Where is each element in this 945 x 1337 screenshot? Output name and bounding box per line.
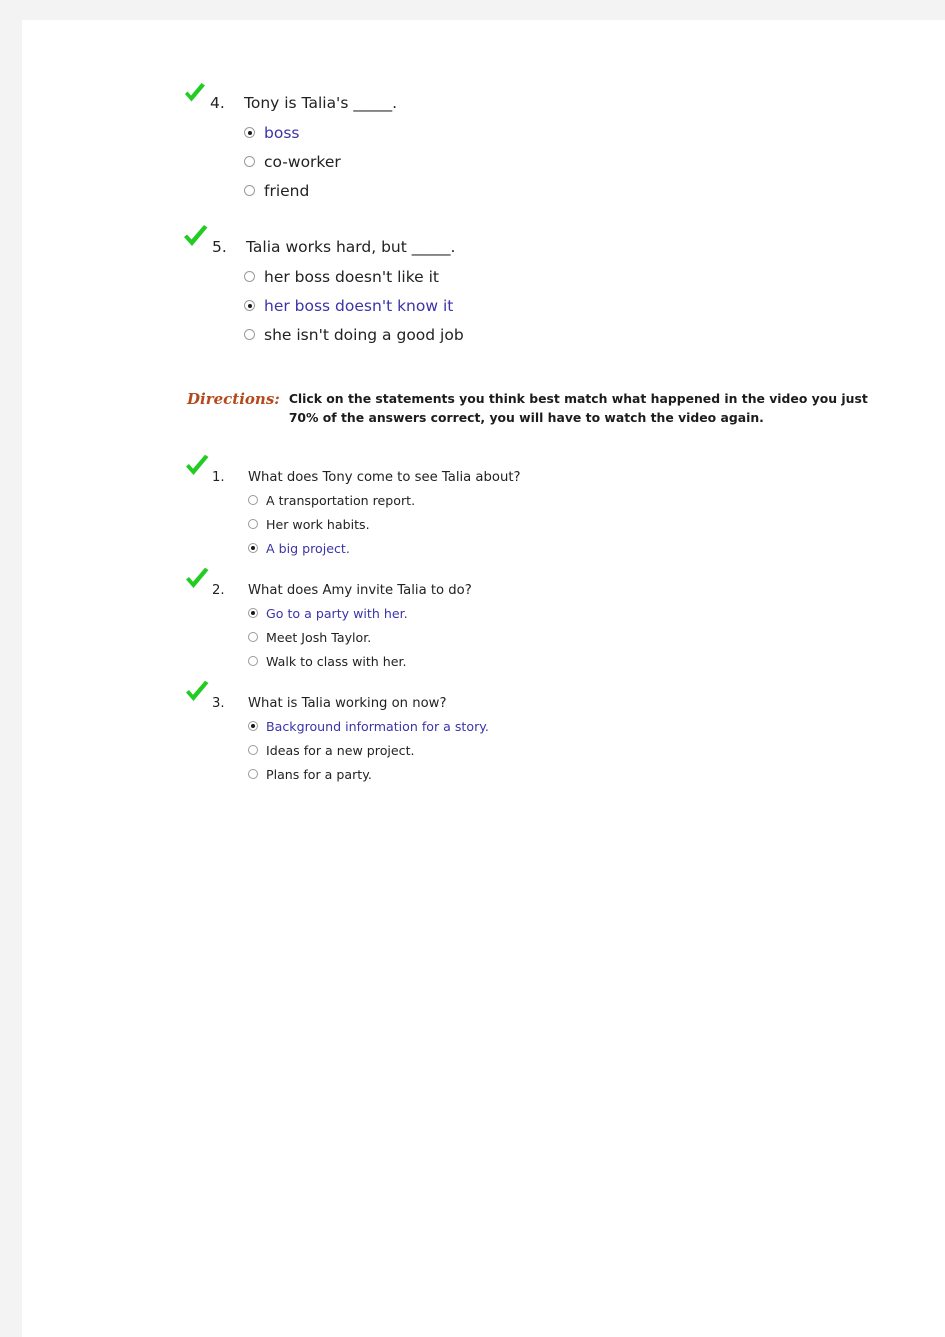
question-number: 5. (212, 238, 227, 256)
answer-label: friend (264, 181, 310, 200)
directions-text: Click on the statements you think best m… (289, 389, 945, 427)
radio-button[interactable] (248, 495, 258, 505)
answer-label: A big project. (266, 540, 350, 556)
question-number: 4. (210, 94, 225, 112)
directions-block: Directions: Click on the statements you … (187, 389, 945, 427)
question-block: 3. What is Talia working on now? Backgro… (184, 680, 489, 786)
answer-option[interactable]: Plans for a party. (248, 762, 489, 786)
question-text: What does Amy invite Talia to do? (248, 583, 472, 598)
answer-label: co-worker (264, 152, 341, 171)
answer-options: A transportation report. Her work habits… (184, 488, 520, 560)
answer-option[interactable]: Walk to class with her. (248, 649, 472, 673)
answer-label: Go to a party with her. (266, 605, 408, 621)
radio-button[interactable] (248, 769, 258, 779)
question-header: 5. Talia works hard, but _____. (182, 224, 464, 256)
answer-options: Background information for a story. Idea… (184, 714, 489, 786)
answer-label: she isn't doing a good job (264, 325, 464, 344)
green-check-icon (182, 224, 210, 252)
answer-option[interactable]: friend (244, 176, 397, 205)
answer-label: Plans for a party. (266, 766, 372, 782)
answer-option[interactable]: Ideas for a new project. (248, 738, 489, 762)
answer-option[interactable]: A transportation report. (248, 488, 520, 512)
radio-button[interactable] (248, 632, 258, 642)
question-text: Tony is Talia's _____. (244, 94, 398, 112)
question-block: 1. What does Tony come to see Talia abou… (184, 454, 520, 560)
answer-label: Ideas for a new project. (266, 742, 415, 758)
radio-button[interactable] (244, 329, 255, 340)
question-text: What is Talia working on now? (248, 696, 447, 711)
radio-button[interactable] (244, 185, 255, 196)
question-header: 4. Tony is Talia's _____. (182, 82, 397, 112)
directions-label: Directions: (187, 390, 280, 408)
question-header: 1. What does Tony come to see Talia abou… (184, 454, 520, 485)
question-text: What does Tony come to see Talia about? (248, 470, 521, 485)
answer-option[interactable]: Her work habits. (248, 512, 520, 536)
answer-label: A transportation report. (266, 492, 416, 508)
answer-label: Meet Josh Taylor. (266, 629, 372, 645)
radio-button[interactable] (244, 156, 255, 167)
green-check-icon (182, 82, 208, 108)
answer-options: her boss doesn't like it her boss doesn'… (182, 262, 464, 349)
question-header: 3. What is Talia working on now? (184, 680, 489, 711)
quiz-page-sheet: 4. Tony is Talia's _____. boss co-worker… (22, 20, 945, 1337)
question-number: 1. (212, 470, 225, 485)
question-block: 2. What does Amy invite Talia to do? Go … (184, 567, 472, 673)
answer-option[interactable]: boss (244, 118, 397, 147)
radio-button-selected[interactable] (248, 608, 258, 618)
radio-button-selected[interactable] (248, 721, 258, 731)
answer-option[interactable]: she isn't doing a good job (244, 320, 464, 349)
question-block: 4. Tony is Talia's _____. boss co-worker… (182, 82, 397, 205)
answer-label: her boss doesn't know it (264, 296, 454, 315)
answer-option[interactable]: A big project. (248, 536, 520, 560)
answer-options: Go to a party with her. Meet Josh Taylor… (184, 601, 472, 673)
answer-label: her boss doesn't like it (264, 267, 439, 286)
question-number: 2. (212, 583, 225, 598)
answer-label: Her work habits. (266, 516, 370, 532)
directions-line-1: Click on the statements you think best m… (288, 391, 868, 406)
question-text: Talia works hard, but _____. (246, 238, 456, 256)
directions-line-2: 70% of the answers correct, you will hav… (288, 410, 764, 425)
answer-label: Walk to class with her. (266, 653, 407, 669)
answer-options: boss co-worker friend (182, 118, 397, 205)
green-check-icon (184, 454, 211, 481)
question-block: 5. Talia works hard, but _____. her boss… (182, 224, 464, 349)
green-check-icon (184, 680, 211, 707)
answer-option[interactable]: Meet Josh Taylor. (248, 625, 472, 649)
question-number: 3. (212, 696, 225, 711)
question-header: 2. What does Amy invite Talia to do? (184, 567, 472, 598)
radio-button[interactable] (248, 656, 258, 666)
green-check-icon (184, 567, 211, 594)
radio-button-selected[interactable] (244, 127, 255, 138)
answer-option[interactable]: her boss doesn't like it (244, 262, 464, 291)
answer-label: boss (264, 123, 300, 142)
radio-button-selected[interactable] (244, 300, 255, 311)
answer-option[interactable]: her boss doesn't know it (244, 291, 464, 320)
answer-option[interactable]: Go to a party with her. (248, 601, 472, 625)
radio-button[interactable] (248, 519, 258, 529)
answer-label: Background information for a story. (266, 718, 489, 734)
radio-button[interactable] (248, 745, 258, 755)
radio-button[interactable] (244, 271, 255, 282)
radio-button-selected[interactable] (248, 543, 258, 553)
answer-option[interactable]: co-worker (244, 147, 397, 176)
answer-option[interactable]: Background information for a story. (248, 714, 489, 738)
